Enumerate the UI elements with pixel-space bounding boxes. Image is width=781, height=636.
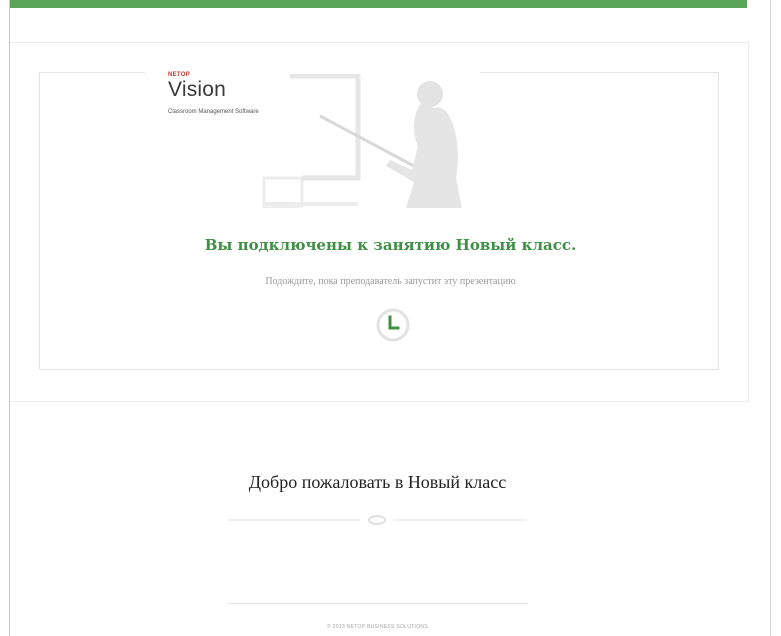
window-right-border bbox=[770, 0, 771, 636]
connected-message: Вы подключены к занятию Новый класс. bbox=[204, 236, 577, 254]
copyright-text: © 2013 NETOP BUSINESS SOLUTIONS bbox=[327, 624, 428, 630]
logo-product: Vision bbox=[168, 78, 227, 101]
divider-ornament-icon bbox=[228, 515, 526, 525]
footer-divider bbox=[228, 603, 528, 604]
top-accent-bar bbox=[10, 0, 747, 8]
clock-icon bbox=[376, 308, 410, 342]
netop-vision-logo: NETOP Vision Classroom Management Softwa… bbox=[168, 72, 308, 122]
logo-tagline: Classroom Management Software bbox=[168, 109, 259, 115]
waiting-message: Подождите, пока преподаватель запустит э… bbox=[265, 276, 516, 287]
welcome-title: Добро пожаловать в Новый класс bbox=[248, 472, 507, 492]
